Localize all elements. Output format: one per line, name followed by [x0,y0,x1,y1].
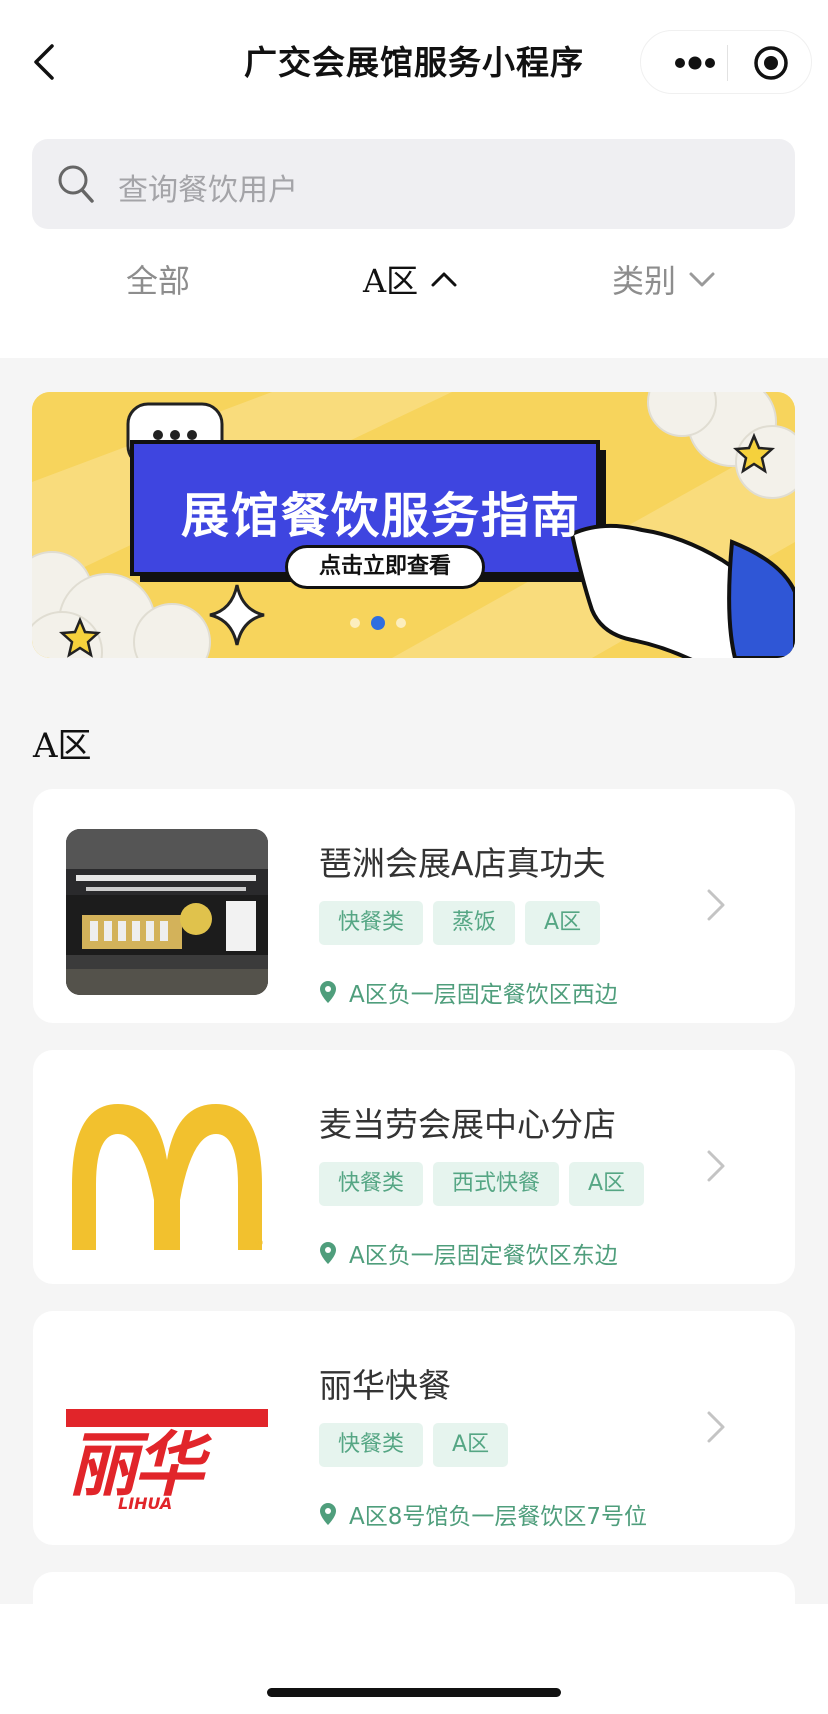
search-input[interactable]: 查询餐饮用户 [32,139,795,229]
chevron-right-icon [707,889,725,921]
section-title: A区 [33,726,92,766]
tag-list: 快餐类 西式快餐 A区 [319,1162,645,1206]
target-icon [754,46,788,80]
tag-list: 快餐类 蒸饭 A区 [319,901,601,945]
chevron-up-icon [431,272,457,287]
restaurant-name: 麦当劳会展中心分店 [319,1105,616,1144]
tab-all-label: 全部 [126,262,191,300]
chevron-right-icon [707,1411,725,1443]
svg-text:LIHUA: LIHUA [118,1494,172,1513]
store-photo [66,829,268,995]
location-text: A区负一层固定餐饮区西边 [349,982,618,1008]
location-text: A区负一层固定餐饮区东边 [349,1243,618,1269]
tag: A区 [525,901,601,945]
close-mini-program-button[interactable] [751,43,791,83]
more-button[interactable] [671,52,719,74]
restaurant-card[interactable]: 丽华 LIHUA 丽华快餐 快餐类 A区 A区8号馆负一层餐饮区7号位 [33,1311,795,1545]
location: A区8号馆负一层餐饮区7号位 [319,1497,647,1531]
tag: 快餐类 [319,1162,424,1206]
tag: A区 [569,1162,645,1206]
chevron-down-icon [689,272,715,287]
tag: 蒸饭 [433,901,516,945]
tab-area-label: A区 [363,262,419,300]
restaurant-card[interactable]: ® 麦当劳会展中心分店 快餐类 西式快餐 A区 A区负一层固定餐饮区东边 [33,1050,795,1284]
location: A区负一层固定餐饮区西边 [319,975,618,1009]
bottom-safe-area [0,1604,828,1714]
search-placeholder: 查询餐饮用户 [118,173,298,208]
home-indicator[interactable] [267,1688,561,1697]
nav-bar: 广交会展馆服务小程序 [0,0,828,120]
tag: 快餐类 [319,901,424,945]
restaurant-card[interactable]: 琶洲会展A店真功夫 快餐类 蒸饭 A区 A区负一层固定餐饮区西边 [33,789,795,1023]
more-dots-icon [675,56,715,70]
location: A区负一层固定餐饮区东边 [319,1236,618,1270]
mcdonalds-logo: ® [66,1090,268,1256]
banner-title: 展馆餐饮服务指南 [180,488,581,544]
location-pin-icon [320,1242,336,1264]
search-icon [58,165,94,203]
location-text: A区8号馆负一层餐饮区7号位 [349,1504,648,1530]
banner-cta-button[interactable]: 点击立即查看 [285,545,485,589]
tab-category-label: 类别 [612,262,677,300]
chevron-right-icon [707,1150,725,1182]
tag: 西式快餐 [433,1162,560,1206]
capsule-divider [727,45,728,81]
restaurant-name: 丽华快餐 [319,1366,451,1405]
tag: A区 [433,1423,509,1467]
svg-text:®: ® [254,1238,264,1249]
location-pin-icon [320,1503,336,1525]
tab-area[interactable]: A区 [363,256,458,302]
restaurant-name: 琶洲会展A店真功夫 [319,844,606,883]
tag: 快餐类 [319,1423,424,1467]
mini-program-capsule [640,30,812,94]
tag-list: 快餐类 A区 [319,1423,509,1467]
tab-all[interactable]: 全部 [126,256,190,302]
tab-category[interactable]: 类别 [612,256,716,302]
location-pin-icon [320,981,336,1003]
lihua-logo: 丽华 LIHUA [66,1351,268,1517]
